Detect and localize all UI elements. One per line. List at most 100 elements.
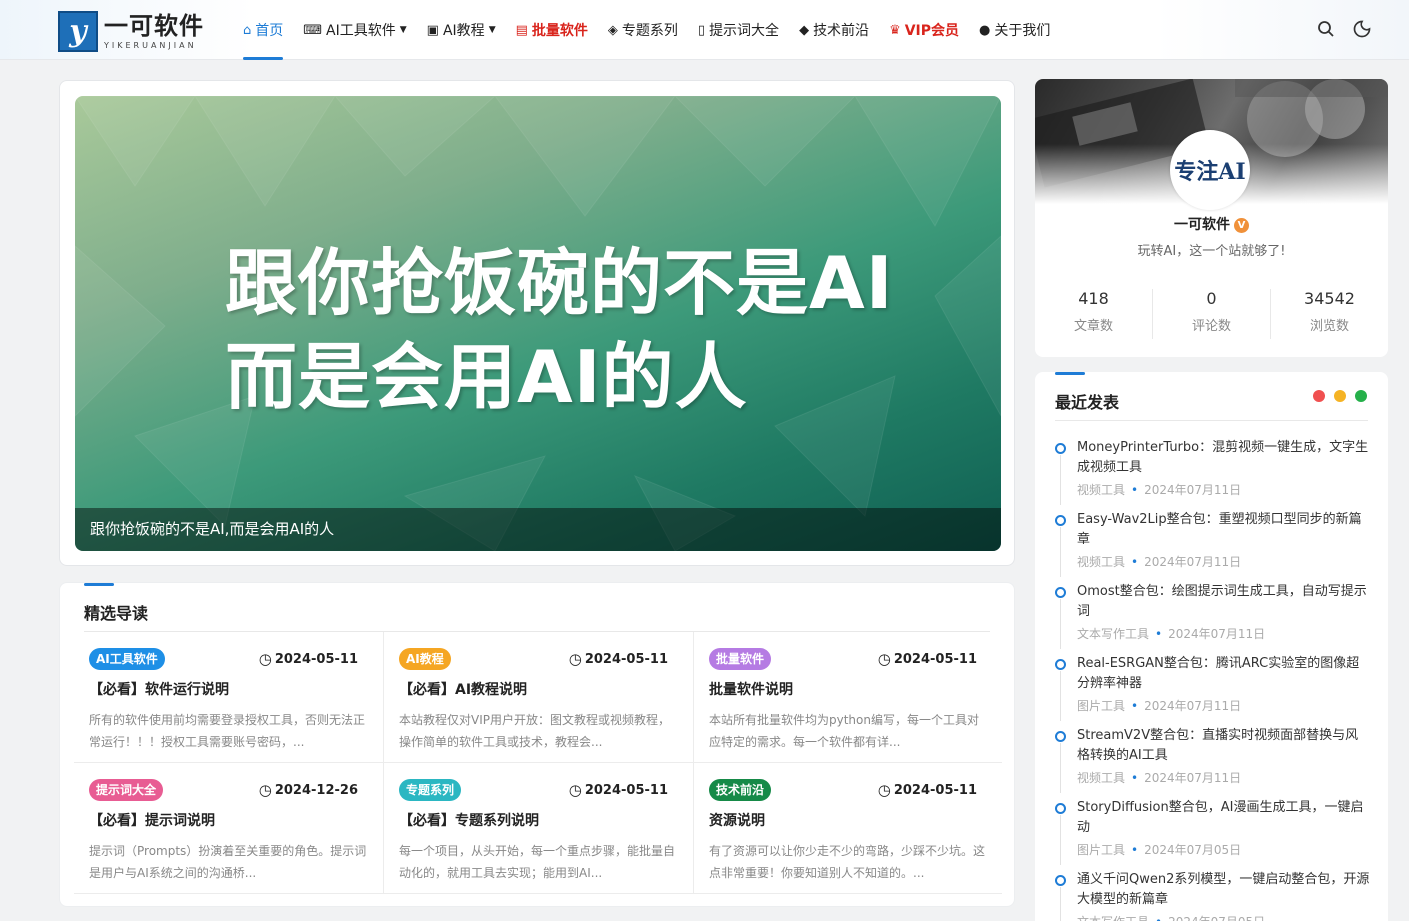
stat-value: 418 [1078,289,1109,308]
recent-post-category[interactable]: 文本写作工具 [1077,915,1149,921]
post-title[interactable]: 【必看】软件运行说明 [89,679,368,699]
post-excerpt: 本站教程仅对VIP用户开放：图文教程或视频教程，操作简单的软件工具或技术，教程会… [399,713,670,749]
featured-item[interactable]: 技术前沿 ◷ 2024-05-11 资源说明有了资源可以让你少走不少的弯路，少踩不少坑… [694,763,1002,894]
user-icon: ● [979,22,991,38]
recent-post-meta: 视频工具 • 2024年07月11日 [1077,553,1370,570]
profile-stats: 418 文章数 0 评论数 34542 浏览数 [1035,289,1388,339]
post-date: ◷ 2024-05-11 [569,650,668,668]
nav-item-label: AI教程 [442,23,485,39]
nav-item-5[interactable]: ▯ 提示词大全 [698,0,779,60]
target-icon: ◈ [607,22,618,38]
theme-toggle-icon[interactable] [1351,18,1373,40]
recent-post-item[interactable]: 通义千问Qwen2系列模型，一键启动整合包，开源大模型的新篇章文本写作工具 • 20… [1055,870,1370,921]
featured-item[interactable]: 批量软件 ◷ 2024-05-11 批量软件说明 本站所有批量软件均为python编写，… [694,632,1002,763]
post-date-text: 2024-05-11 [893,651,977,667]
hero-banner[interactable]: 跟你抢饭碗的不是AI 而是会用AI的人 跟你抢饭碗的不是AI,而是会用AI的人 [75,96,1001,551]
stat-value: 34542 [1304,289,1355,308]
post-excerpt: 每一个项目，从头开始，每一个重点步骤，能批量自动化的，就用工具去实现；能用到AI… [399,844,676,880]
decor-dot [1355,390,1367,402]
main-nav: ⌂ 首页 ⌨ AI工具软件 ▼ ▣ AI教程 ▼ ▤ 批量软件 ◈ 专题系列 ▯ 提示词大全 ◆ 技术前沿 ♛ V… [243,0,1070,60]
site-logo[interactable]: y 一可软件 YIKERUANJIAN [58,11,204,52]
section-accent [84,583,114,586]
recent-post-title[interactable]: Easy-Wav2Lip整合包：重塑视频口型同步的新篇章 [1077,510,1370,550]
recent-post-title[interactable]: Real-ESRGAN整合包：腾讯ARC实验室的图像超分辨率神器 [1077,654,1370,694]
category-badge[interactable]: 技术前沿 [709,779,772,801]
nav-item-6[interactable]: ◆ 技术前沿 [799,0,869,60]
nav-item-3[interactable]: ▤ 批量软件 [516,0,588,60]
profile-stat: 418 文章数 [1035,289,1153,339]
featured-item[interactable]: 提示词大全 ◷ 2024-12-26 【必看】提示词说明 提示词（Prompts）扮演着… [74,763,384,894]
book-icon: ▣ [426,22,439,38]
post-date: ◷ 2024-05-11 [569,781,668,799]
meta-separator: • [1131,483,1139,497]
post-title[interactable]: 【必看】提示词说明 [89,810,368,830]
post-excerpt: 有了资源可以让你少走不少的弯路，少踩不少坑。这点非常重要！你要知道别人不知道的。… [709,844,986,880]
nav-item-8[interactable]: ● 关于我们 [979,0,1050,60]
chevron-down-icon: ▼ [488,25,496,35]
featured-item[interactable]: AI工具软件 ◷ 2024-05-11 【必看】软件运行说明所有的软件使用前均需要登录… [74,632,384,763]
nav-item-label: 首页 [255,23,284,39]
recent-post-item[interactable]: StreamV2V整合包：直播实时视频面部替换与风格转换的AI工具 视频工具 • 20… [1055,726,1370,798]
recent-post-item[interactable]: Real-ESRGAN整合包：腾讯ARC实验室的图像超分辨率神器 图片工具 • 202… [1055,654,1370,726]
recent-title: 最近发表 [1055,393,1120,412]
category-badge[interactable]: 提示词大全 [89,779,164,801]
hero-caption[interactable]: 跟你抢饭碗的不是AI,而是会用AI的人 [75,508,1001,551]
clock-icon: ◷ [568,650,582,668]
post-title[interactable]: 批量软件说明 [709,679,987,699]
recent-post-category[interactable]: 视频工具 [1077,771,1125,785]
recent-post-item[interactable]: StoryDiffusion整合包，AI漫画生成工具，一键启动 图片工具 • 2024… [1055,798,1370,870]
post-title[interactable]: 【必看】AI教程说明 [399,679,678,699]
recent-post-title[interactable]: StreamV2V整合包：直播实时视频面部替换与风格转换的AI工具 [1077,726,1370,766]
post-title[interactable]: 【必看】专题系列说明 [399,810,678,830]
meta-separator: • [1131,771,1139,785]
nav-item-2[interactable]: ▣ AI教程 ▼ [427,0,496,60]
top-navigation-bar: y 一可软件 YIKERUANJIAN ⌂ 首页 ⌨ AI工具软件 ▼ ▣ AI教程 ▼ ▤ 批量… [0,0,1409,60]
post-excerpt: 所有的软件使用前均需要登录授权工具，否则无法正常运行！！！授权工具需要账号密码，… [89,713,366,749]
recent-post-item[interactable]: Easy-Wav2Lip整合包：重塑视频口型同步的新篇章视频工具 • 2024年07… [1055,510,1370,582]
post-date: ◷ 2024-05-11 [878,781,977,799]
recent-post-title[interactable]: MoneyPrinterTurbo：混剪视频一键生成，文字生成视频工具 [1077,438,1370,478]
meta-separator: • [1155,627,1163,641]
category-badge[interactable]: 专题系列 [399,779,462,801]
category-badge[interactable]: AI教程 [399,648,451,670]
recent-post-item[interactable]: Omost整合包：绘图提示词生成工具，自动写提示词 文本写作工具 • 2024年07月… [1055,582,1370,654]
profile-name: 一可软件 V [1035,214,1388,234]
logo-mark: y [58,11,98,52]
recent-post-meta: 视频工具 • 2024年07月11日 [1077,769,1370,786]
brand-name: 一可软件 [104,11,204,40]
hero-headline-2: 而是会用AI的人 [225,335,748,419]
recent-post-category[interactable]: 图片工具 [1077,843,1125,857]
clock-icon: ◷ [258,650,272,668]
category-badge[interactable]: AI工具软件 [89,648,165,670]
recent-post-date: 2024年07月11日 [1144,699,1242,713]
featured-item[interactable]: 专题系列 ◷ 2024-05-11 【必看】专题系列说明每一个项目，从头开始，每一个重… [384,763,694,894]
post-date-text: 2024-05-11 [274,651,358,667]
recent-post-category[interactable]: 视频工具 [1077,555,1125,569]
featured-item[interactable]: AI教程 ◷ 2024-05-11 【必看】AI教程说明本站教程仅对VIP用户开放：图… [384,632,694,763]
meta-separator: • [1131,843,1139,857]
diamond-icon: ◆ [799,22,810,38]
recent-post-category[interactable]: 视频工具 [1077,483,1125,497]
hero-card: 跟你抢饭碗的不是AI 而是会用AI的人 跟你抢饭碗的不是AI,而是会用AI的人 [59,80,1015,566]
profile-card: 专注AI 一可软件 V 玩转AI，这一个站就够了! 418 文章数 0 评论数 34542… [1035,79,1388,357]
clock-icon: ◷ [258,781,272,799]
recent-post-category[interactable]: 图片工具 [1077,699,1125,713]
recent-post-title[interactable]: Omost整合包：绘图提示词生成工具，自动写提示词 [1077,582,1370,622]
recent-post-title[interactable]: StoryDiffusion整合包，AI漫画生成工具，一键启动 [1077,798,1370,838]
recent-post-date: 2024年07月05日 [1168,915,1265,921]
nav-item-1[interactable]: ⌨ AI工具软件 ▼ [303,0,406,60]
post-title[interactable]: 资源说明 [709,810,987,830]
recent-post-category[interactable]: 文本写作工具 [1077,627,1149,641]
category-badge[interactable]: 批量软件 [709,648,772,670]
nav-item-0[interactable]: ⌂ 首页 [243,0,284,60]
post-date-text: 2024-05-11 [893,782,977,798]
nav-item-label: 关于我们 [994,23,1051,39]
search-icon[interactable] [1315,18,1337,40]
nav-item-7[interactable]: ♛ VIP会员 [889,0,959,60]
avatar[interactable]: 专注AI [1170,130,1250,210]
chevron-down-icon: ▼ [399,25,407,35]
nav-item-4[interactable]: ◈ 专题系列 [608,0,678,60]
recent-post-item[interactable]: MoneyPrinterTurbo：混剪视频一键生成，文字生成视频工具视频工具 •… [1055,438,1370,510]
recent-post-title[interactable]: 通义千问Qwen2系列模型，一键启动整合包，开源大模型的新篇章 [1077,870,1370,910]
nav-item-label: 专题系列 [621,23,678,39]
